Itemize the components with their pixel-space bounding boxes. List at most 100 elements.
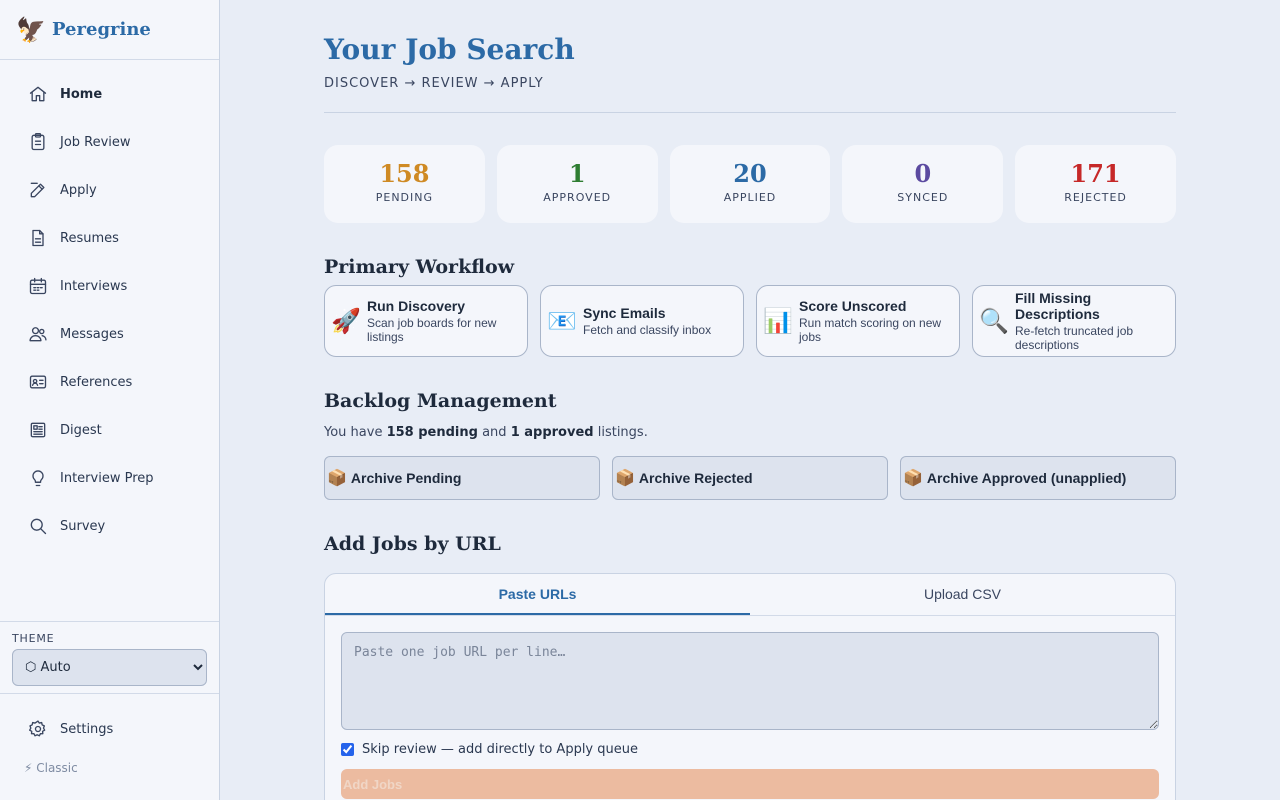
sidebar-item-resumes[interactable]: Resumes: [0, 214, 219, 262]
stat-card-applied: 20 APPLIED: [669, 145, 831, 223]
search-icon: [30, 518, 47, 535]
skip-review-checkbox[interactable]: [341, 743, 354, 756]
classic-link[interactable]: ⚡ Classic: [0, 761, 219, 775]
eagle-logo-icon: 🦅: [16, 15, 46, 44]
backlog-summary: You have 158 pending and 1 approved list…: [324, 425, 1176, 440]
sidebar-item-label: Resumes: [60, 230, 119, 246]
sidebar-item-label: Settings: [60, 721, 114, 737]
bar-chart-icon: 📊: [763, 307, 793, 335]
clipboard-icon: [31, 133, 45, 151]
skip-review-row[interactable]: Skip review — add directly to Apply queu…: [341, 742, 1159, 757]
add-jobs-tabs: Paste URLs Upload CSV: [325, 574, 1175, 616]
add-jobs-button[interactable]: Add Jobs: [341, 769, 1159, 799]
sidebar-item-label: Survey: [60, 518, 106, 534]
sidebar-item-survey[interactable]: Survey: [0, 502, 219, 550]
workflow-row: 🚀 Run Discovery Scan job boards for new …: [324, 285, 1176, 357]
sidebar-item-label: Interviews: [60, 278, 128, 294]
lightbulb-icon: [32, 470, 44, 487]
rocket-icon: 🚀: [331, 307, 361, 335]
package-icon: 📦: [327, 470, 347, 487]
workflow-card-text: Fill Missing Descriptions Re-fetch trunc…: [1015, 290, 1175, 352]
document-icon: [32, 229, 44, 247]
page-title: Your Job Search: [324, 33, 575, 66]
sidebar-item-label: Interview Prep: [60, 470, 154, 486]
sidebar-bottom: Settings ⚡ Classic: [0, 693, 219, 775]
archive-rejected-button[interactable]: 📦 Archive Rejected: [612, 456, 888, 500]
fill-missing-descriptions-button[interactable]: 🔍 Fill Missing Descriptions Re-fetch tru…: [972, 285, 1176, 357]
gear-icon: [29, 720, 46, 737]
summary-suffix: listings.: [593, 425, 648, 440]
sidebar-item-label: Digest: [60, 422, 102, 438]
workflow-card-desc: Re-fetch truncated job descriptions: [1015, 324, 1134, 352]
sidebar-item-label: Messages: [60, 326, 124, 342]
summary-prefix: You have: [324, 425, 387, 440]
job-urls-input[interactable]: [341, 632, 1159, 730]
package-icon: 📦: [903, 470, 923, 487]
button-label: Archive Rejected: [638, 470, 753, 486]
stat-card-pending: 158 PENDING: [324, 145, 485, 223]
skip-review-label: Skip review — add directly to Apply queu…: [362, 742, 638, 757]
id-card-icon: [29, 375, 47, 389]
sidebar-item-references[interactable]: References: [0, 358, 219, 406]
newspaper-icon: [30, 422, 46, 438]
header-divider: [324, 112, 1176, 113]
archive-pending-button[interactable]: 📦 Archive Pending: [324, 456, 600, 500]
sidebar-item-settings[interactable]: Settings: [0, 705, 219, 753]
summary-mid: and: [477, 425, 511, 440]
stat-card-approved: 1 APPROVED: [496, 145, 658, 223]
workflow-card-title: Score Unscored: [799, 298, 907, 314]
stat-value: 171: [1070, 159, 1121, 188]
workflow-card-text: Score Unscored Run match scoring on new …: [799, 298, 959, 344]
magnifier-icon: 🔍: [979, 307, 1009, 335]
stat-label: SYNCED: [897, 191, 949, 204]
stat-card-synced: 0 SYNCED: [842, 145, 1004, 223]
approved-count: 1 approved: [510, 425, 594, 440]
sidebar-item-apply[interactable]: Apply: [0, 166, 219, 214]
stat-label: APPROVED: [543, 191, 612, 204]
backlog-title: Backlog Management: [324, 390, 557, 412]
package-icon: 📦: [615, 470, 635, 487]
sidebar-nav: Home Job Review Apply Resumes Interviews…: [0, 60, 219, 550]
archive-approved-button[interactable]: 📦 Archive Approved (unapplied): [900, 456, 1176, 500]
run-discovery-button[interactable]: 🚀 Run Discovery Scan job boards for new …: [324, 285, 528, 357]
button-label: Archive Pending: [350, 470, 462, 486]
workflow-card-desc: Scan job boards for new listings: [367, 316, 497, 344]
stat-label: REJECTED: [1064, 191, 1127, 204]
workflow-card-title: Run Discovery: [367, 298, 466, 314]
stat-value: 158: [379, 159, 430, 188]
theme-section: THEME ⬡ Auto: [0, 621, 219, 686]
backlog-row: 📦 Archive Pending 📦 Archive Rejected 📦 A…: [324, 456, 1176, 500]
main-content: Your Job Search DISCOVER → REVIEW → APPL…: [324, 0, 1176, 800]
workflow-card-desc: Fetch and classify inbox: [583, 323, 712, 337]
sidebar-item-messages[interactable]: Messages: [0, 310, 219, 358]
stats-row: 158 PENDING 1 APPROVED 20 APPLIED 0 SYNC…: [324, 145, 1176, 223]
email-icon: 📧: [547, 307, 577, 335]
tab-paste-urls[interactable]: Paste URLs: [325, 574, 750, 615]
workflow-card-desc: Run match scoring on new jobs: [799, 316, 942, 344]
sidebar-item-label: Home: [60, 86, 103, 102]
stat-value: 0: [914, 159, 932, 188]
tab-upload-csv[interactable]: Upload CSV: [750, 574, 1175, 615]
stat-label: APPLIED: [723, 191, 777, 204]
theme-label: THEME: [12, 632, 55, 645]
theme-select[interactable]: ⬡ Auto: [12, 649, 207, 686]
brand-name: Peregrine: [52, 19, 151, 40]
sidebar-item-job-review[interactable]: Job Review: [0, 118, 219, 166]
brand[interactable]: 🦅 Peregrine: [0, 0, 219, 60]
sync-emails-button[interactable]: 📧 Sync Emails Fetch and classify inbox: [540, 285, 744, 357]
pending-count: 158 pending: [386, 425, 478, 440]
pencil-icon: [30, 182, 45, 198]
sidebar-item-interviews[interactable]: Interviews: [0, 262, 219, 310]
workflow-title: Primary Workflow: [324, 256, 515, 278]
sidebar-item-interview-prep[interactable]: Interview Prep: [0, 454, 219, 502]
home-icon: [29, 86, 47, 102]
workflow-card-title: Fill Missing Descriptions: [1015, 290, 1100, 322]
sidebar: 🦅 Peregrine Home Job Review Apply Resume…: [0, 0, 220, 800]
score-unscored-button[interactable]: 📊 Score Unscored Run match scoring on ne…: [756, 285, 960, 357]
page-subtitle: DISCOVER → REVIEW → APPLY: [324, 76, 544, 91]
sidebar-item-label: Job Review: [60, 134, 131, 150]
sidebar-item-home[interactable]: Home: [0, 70, 219, 118]
calendar-icon: [29, 277, 47, 295]
button-label: Archive Approved (unapplied): [926, 470, 1127, 486]
sidebar-item-digest[interactable]: Digest: [0, 406, 219, 454]
